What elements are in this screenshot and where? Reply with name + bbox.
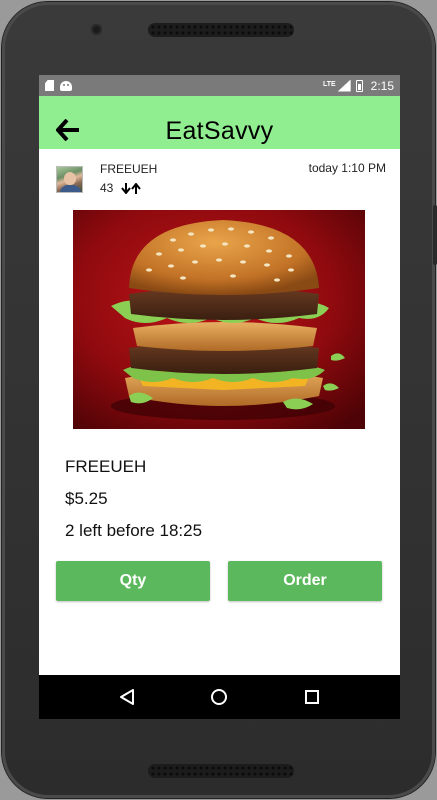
phone-frame: LTE 2:15 EatSavvy FREEUEH 43 today 1:10 … [2,2,435,798]
post-header: FREEUEH 43 today 1:10 PM [39,149,400,199]
home-circle-icon [211,689,228,705]
front-camera [91,24,102,35]
vote-row: 43 [100,181,142,195]
arrow-up-icon[interactable] [131,182,142,194]
status-bar: LTE 2:15 [39,75,400,96]
earpiece-speaker [148,23,294,37]
burger-illustration [73,210,365,429]
nav-recents-button[interactable] [300,685,324,709]
power-button [433,205,437,265]
signal-icon [337,79,351,92]
item-info: FREEUEH $5.25 2 left before 18:25 [65,451,202,547]
network-type-label: LTE [322,80,336,88]
nav-back-button[interactable] [115,685,139,709]
status-left-icons [45,80,72,91]
status-right-icons: LTE 2:15 [323,79,394,93]
bottom-speaker [148,764,294,778]
status-time: 2:15 [370,78,394,93]
item-availability: 2 left before 18:25 [65,521,203,540]
food-image [73,210,365,429]
qty-button[interactable]: Qty [56,561,210,601]
post-username[interactable]: FREEUEH [100,162,157,176]
nav-home-button[interactable] [207,685,231,709]
item-price: $5.25 [65,489,108,508]
sd-card-icon [45,80,54,91]
system-nav-bar [39,675,400,719]
app-bar: EatSavvy [39,96,400,149]
back-triangle-icon [120,689,135,705]
screen: LTE 2:15 EatSavvy FREEUEH 43 today 1:10 … [39,75,400,719]
android-icon [60,80,72,91]
item-name: FREEUEH [65,457,147,476]
post-timestamp: today 1:10 PM [308,161,386,175]
arrow-down-icon[interactable] [121,182,132,194]
vote-controls [121,182,142,194]
app-title: EatSavvy [165,117,274,145]
avatar[interactable] [56,166,83,193]
order-button[interactable]: Order [228,561,382,601]
vote-count: 43 [100,181,114,195]
battery-icon [355,79,363,92]
recents-square-icon [304,690,319,704]
